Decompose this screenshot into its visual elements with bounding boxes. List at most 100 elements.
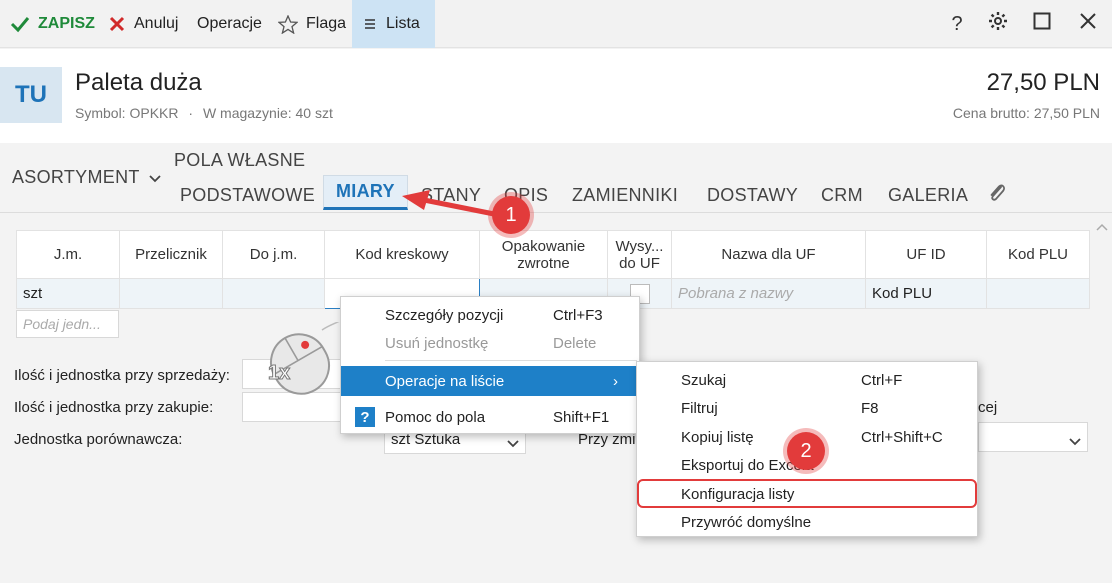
toolbar: ZAPISZ Anuluj Operacje Flaga Lista ? (0, 0, 1112, 48)
menu-item-shortcut: Shift+F1 (553, 408, 610, 426)
menu-item-label: Filtruj (681, 399, 718, 417)
menu-item-search[interactable]: Szukaj Ctrl+F (637, 366, 977, 394)
cancel-label: Anuluj (134, 15, 179, 32)
menu-item-label: Szukaj (681, 371, 727, 389)
chevron-down-icon (1069, 433, 1081, 451)
menu-item-restore-defaults[interactable]: Przywróć domyślne (637, 508, 977, 536)
cancel-button[interactable]: Anuluj (108, 0, 178, 48)
col-returnable-package[interactable]: Opakowanie zwrotne (479, 230, 608, 279)
item-subtitle: Symbol: OPKKR · W magazynie: 40 szt (75, 105, 333, 121)
symbol-text: Symbol: OPKKR (75, 105, 179, 121)
tab-crm[interactable]: CRM (821, 185, 863, 206)
chevron-right-icon: › (613, 372, 618, 390)
col-send-to-uf[interactable]: Wysy... do UF (607, 230, 672, 279)
menu-item-label: Przywróć domyślne (681, 513, 812, 531)
new-unit-input[interactable]: Podaj jedn... (16, 310, 119, 338)
gear-icon (988, 11, 1008, 37)
menu-item-shortcut: Ctrl+F3 (553, 306, 603, 324)
comparison-unit-label: Jednostka porównawcza: (14, 431, 183, 448)
col-uf-name[interactable]: Nazwa dla UF (671, 230, 866, 279)
partial-label: cej (978, 399, 998, 416)
menu-lines-icon (364, 18, 378, 30)
col-barcode[interactable]: Kod kreskowy (324, 230, 480, 279)
annotation-highlight-box (637, 479, 977, 508)
close-x-icon (108, 15, 126, 33)
menu-item-shortcut: Ctrl+Shift+C (861, 428, 943, 446)
cell-to-unit[interactable] (222, 278, 325, 309)
maximize-icon (1033, 12, 1051, 36)
list-label: Lista (386, 15, 420, 32)
paperclip-icon (987, 184, 1007, 209)
menu-item-label: Pomoc do pola (385, 408, 486, 426)
chevron-down-icon (507, 435, 519, 452)
section-label: ASORTYMENT (12, 167, 140, 187)
col-converter[interactable]: Przelicznik (119, 230, 223, 279)
col-to-unit[interactable]: Do j.m. (222, 230, 325, 279)
menu-item-shortcut: Delete (553, 334, 597, 352)
click-count-badge: 1x (267, 362, 291, 385)
list-button[interactable]: Lista (352, 0, 435, 48)
cell-uf-name[interactable]: Pobrana z nazwy (671, 278, 866, 309)
cell-converter[interactable] (119, 278, 223, 309)
menu-item-list-operations[interactable]: Operacje na liście › (341, 366, 639, 396)
cell-uf-id[interactable]: Kod PLU (865, 278, 987, 309)
page-title: Paleta duża (75, 69, 202, 96)
menu-item-label: Kopiuj listę (681, 428, 754, 446)
tab-substitutes[interactable]: ZAMIENNIKI (572, 185, 678, 206)
mouse-click-illustration: 1x (250, 322, 350, 404)
tab-bar: ASORTYMENT POLA WŁASNE PODSTAWOWE MIARY … (0, 143, 1112, 213)
save-button[interactable]: ZAPISZ (10, 0, 95, 48)
menu-item-shortcut: Ctrl+F (861, 371, 903, 389)
annotation-callout-1: 1 (492, 196, 530, 234)
cell-unit[interactable]: szt (16, 278, 120, 309)
close-window-button[interactable] (1068, 0, 1108, 48)
menu-item-filter[interactable]: Filtruj F8 (637, 394, 977, 422)
sale-unit-label: Ilość i jednostka przy sprzedaży: (14, 367, 230, 384)
tab-attachments[interactable] (987, 181, 1007, 210)
settings-button[interactable] (978, 0, 1018, 48)
tab-custom-fields[interactable]: POLA WŁASNE (174, 150, 305, 171)
tab-basic[interactable]: PODSTAWOWE (180, 185, 315, 206)
col-unit[interactable]: J.m. (16, 230, 120, 279)
flag-label: Flaga (306, 15, 347, 32)
tab-deliveries[interactable]: DOSTAWY (707, 185, 798, 206)
operations-label: Operacje (197, 15, 262, 32)
cell-plu-code[interactable] (986, 278, 1090, 309)
annotation-callout-2: 2 (787, 432, 825, 470)
price-change-select[interactable] (978, 422, 1088, 452)
menu-item-label: Szczegóły pozycji (385, 306, 504, 324)
help-icon: ? (951, 12, 963, 35)
avatar: TU (0, 67, 62, 123)
checkmark-icon (10, 15, 30, 33)
menu-item-delete-unit: Usuń jednostkę Delete (341, 329, 639, 357)
purchase-unit-label: Ilość i jednostka przy zakupie: (14, 399, 214, 416)
operations-button[interactable]: Operacje (197, 0, 262, 48)
save-label: ZAPISZ (38, 15, 95, 32)
section-dropdown[interactable]: ASORTYMENT (12, 167, 161, 188)
help-button[interactable]: ? (937, 0, 977, 48)
separator-dot: · (188, 105, 194, 121)
context-menu: Szczegóły pozycji Ctrl+F3 Usuń jednostkę… (340, 296, 640, 434)
chevron-down-icon (149, 167, 161, 188)
menu-item-label: Operacje na liście (385, 372, 505, 390)
close-icon (1079, 12, 1097, 36)
mouse-icon (270, 322, 340, 395)
tab-gallery[interactable]: GALERIA (888, 185, 968, 206)
item-header: TU Paleta duża Symbol: OPKKR · W magazyn… (0, 49, 1112, 143)
maximize-button[interactable] (1022, 0, 1062, 48)
menu-divider (385, 360, 637, 361)
app-window: ZAPISZ Anuluj Operacje Flaga Lista ? TU … (0, 0, 1112, 583)
gross-price: Cena brutto: 27,50 PLN (952, 105, 1100, 121)
flag-button[interactable]: Flaga (278, 0, 346, 48)
col-uf-id[interactable]: UF ID (865, 230, 987, 279)
help-icon: ? (355, 407, 375, 427)
stock-text: W magazynie: 40 szt (202, 105, 333, 121)
col-plu-code[interactable]: Kod PLU (986, 230, 1090, 279)
menu-item-label: Usuń jednostkę (385, 334, 489, 352)
star-icon (278, 14, 298, 34)
scroll-up-icon[interactable] (1096, 218, 1108, 236)
menu-item-shortcut: F8 (861, 399, 879, 417)
menu-item-item-details[interactable]: Szczegóły pozycji Ctrl+F3 (341, 301, 639, 329)
menu-item-field-help[interactable]: ? Pomoc do pola Shift+F1 (341, 403, 639, 431)
net-price: 27,50 PLN (986, 69, 1100, 96)
